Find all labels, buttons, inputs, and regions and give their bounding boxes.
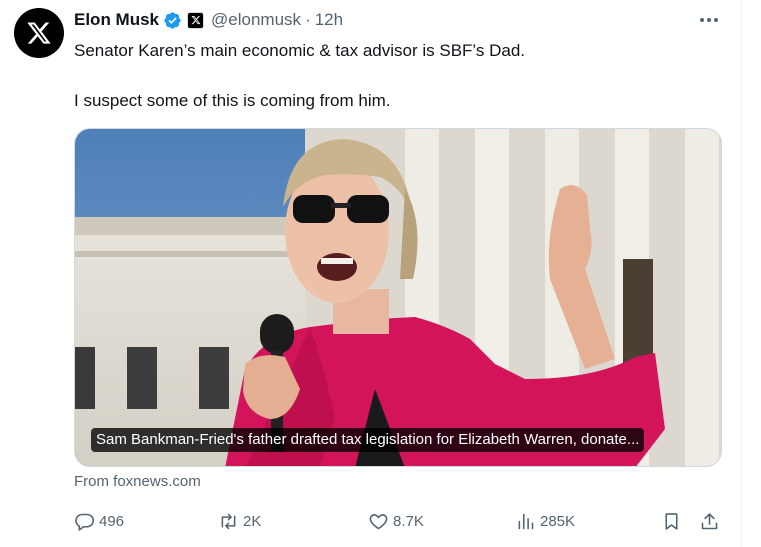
share-button[interactable]: [699, 508, 720, 534]
affiliate-x-badge-icon[interactable]: [187, 11, 205, 29]
link-card-caption[interactable]: Sam Bankman-Fried's father drafted tax l…: [91, 428, 645, 452]
repost-icon: [221, 513, 236, 529]
link-card-image[interactable]: Sam Bankman-Fried's father drafted tax l…: [74, 128, 722, 467]
reply-icon: [75, 513, 95, 531]
avatar[interactable]: [14, 8, 64, 58]
tweet-text-line-2: I suspect some of this is coming from hi…: [74, 91, 391, 110]
column-divider: [741, 0, 742, 547]
reply-count: 496: [99, 512, 125, 530]
repost-button[interactable]: 2K: [218, 508, 261, 534]
bookmark-button[interactable]: [661, 508, 682, 534]
article-photo: [75, 129, 721, 466]
reply-button[interactable]: 496: [74, 508, 124, 534]
repost-count: 2K: [243, 512, 262, 530]
bookmark-icon: [665, 512, 678, 530]
author-handle[interactable]: @elonmusk: [211, 10, 301, 30]
author-name[interactable]: Elon Musk: [74, 10, 159, 30]
x-logo-icon: [27, 22, 51, 44]
views-button[interactable]: 285K: [515, 508, 575, 534]
more-options-icon[interactable]: [698, 10, 720, 30]
view-count: 285K: [540, 512, 576, 530]
separator-dot: ·: [305, 10, 311, 29]
like-count: 8.7K: [393, 512, 424, 530]
analytics-icon: [518, 513, 534, 529]
link-source[interactable]: From foxnews.com: [74, 473, 201, 490]
verified-badge-icon[interactable]: [163, 11, 182, 30]
like-button[interactable]: 8.7K: [368, 508, 424, 534]
heart-icon: [369, 513, 388, 529]
tweet-header: Elon Musk @elonmusk · 12h: [74, 9, 343, 31]
tweet-text-line-1: Senator Karen’s main economic & tax advi…: [74, 41, 526, 60]
share-icon: [701, 512, 718, 529]
tweet-timestamp[interactable]: 12h: [315, 10, 343, 30]
